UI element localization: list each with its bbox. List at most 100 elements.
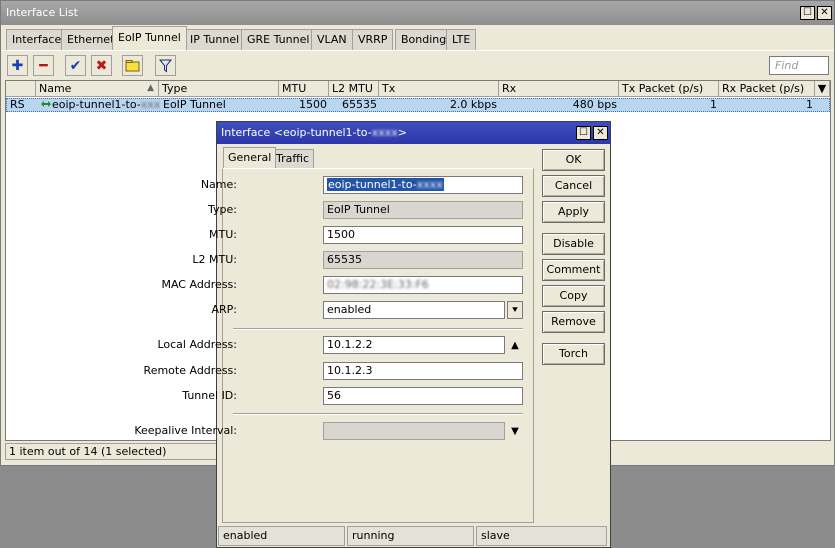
dropdown-icon: ⯆: [511, 304, 519, 316]
tunnel-icon: [41, 101, 51, 107]
tab-vrrp[interactable]: VRRP: [352, 29, 394, 50]
col-name[interactable]: Name ▲: [36, 81, 159, 97]
row-rx-packet: 1: [806, 99, 813, 111]
sort-icon: ▲: [147, 83, 154, 93]
separator: [233, 328, 523, 330]
tab-traffic[interactable]: Traffic: [271, 149, 315, 168]
column-menu-button[interactable]: ▼: [815, 81, 830, 97]
table-row[interactable]: RS eoip-tunnel1-to-xxxx EoIP Tunnel 1500…: [6, 98, 830, 112]
disable-button[interactable]: Disable: [542, 233, 605, 255]
col-rx-packet[interactable]: Rx Packet (p/s): [719, 81, 815, 97]
chevron-down-icon: ▼: [817, 82, 827, 95]
name-label: Name:: [200, 178, 237, 191]
status-enabled: enabled: [218, 526, 345, 546]
cancel-button[interactable]: Cancel: [542, 175, 605, 197]
dialog-title: Interface <eoip-tunnel1-to-xxxx>: [217, 122, 610, 144]
row-l2mtu: 65535: [342, 99, 377, 111]
remote-address-label: Remote Address:: [143, 364, 237, 377]
row-name-hidden: xxxx: [140, 99, 160, 111]
type-field: EoIP Tunnel: [323, 201, 523, 219]
row-flags: RS: [10, 99, 25, 111]
torch-button[interactable]: Torch: [542, 343, 605, 365]
dialog-title-suffix: >: [397, 126, 407, 139]
maximize-button[interactable]: ☐: [800, 6, 815, 20]
dialog-maximize-button[interactable]: ☐: [576, 126, 591, 140]
mtu-input[interactable]: 1500: [323, 226, 523, 244]
col-flags[interactable]: [6, 81, 36, 97]
tab-bonding[interactable]: Bonding: [395, 29, 453, 50]
interface-dialog: Interface <eoip-tunnel1-to-xxxx> ☐ ✕ Gen…: [134, 121, 611, 548]
dialog-close-button[interactable]: ✕: [593, 126, 608, 140]
enable-button[interactable]: ✔: [65, 55, 86, 76]
keepalive-label: Keepalive Interval:: [134, 424, 237, 437]
l2mtu-label: L2 MTU:: [192, 253, 237, 266]
local-address-input[interactable]: 10.1.2.2: [323, 336, 505, 354]
name-value-hidden: xxxx: [416, 178, 443, 191]
col-type[interactable]: Type: [159, 81, 279, 97]
expand-button[interactable]: ▼: [507, 422, 523, 440]
remove-button[interactable]: ━: [33, 55, 54, 76]
comment-button[interactable]: Comment: [542, 259, 605, 281]
window-title: Interface List: [1, 1, 834, 25]
name-value-text: eoip-tunnel1-to-: [328, 178, 417, 191]
dialog-title-hidden: xxxx: [371, 126, 398, 139]
tab-ip-tunnel[interactable]: IP Tunnel: [184, 29, 246, 50]
chevron-down-icon: ▼: [511, 425, 519, 437]
col-rx[interactable]: Rx: [499, 81, 619, 97]
plus-icon: ✚: [11, 57, 24, 74]
filter-icon: [159, 59, 172, 72]
row-tx-packet: 1: [710, 99, 717, 111]
mac-value: 02:98:22:3E:33:F6: [327, 278, 429, 291]
mac-input[interactable]: 02:98:22:3E:33:F6: [323, 276, 523, 294]
tunnel-id-input[interactable]: 56: [323, 387, 523, 405]
check-icon: ✔: [69, 57, 82, 74]
collapse-button[interactable]: ▲: [507, 336, 523, 354]
table-header: Name ▲ Type MTU L2 MTU Tx Rx Tx Packet (…: [6, 81, 830, 97]
name-input[interactable]: eoip-tunnel1-to-xxxx: [323, 176, 523, 194]
col-tx-packet[interactable]: Tx Packet (p/s): [619, 81, 719, 97]
apply-button[interactable]: Apply: [542, 201, 605, 223]
row-tx: 2.0 kbps: [449, 99, 497, 111]
row-name: eoip-tunnel1-to-xxxx: [37, 99, 160, 112]
arp-select[interactable]: enabled: [323, 301, 505, 319]
filter-button[interactable]: [155, 55, 176, 76]
tab-general[interactable]: General: [223, 147, 277, 168]
col-mtu[interactable]: MTU: [279, 81, 329, 97]
add-button[interactable]: ✚: [7, 55, 28, 76]
keepalive-input[interactable]: [323, 422, 505, 440]
tab-interface[interactable]: Interface: [6, 29, 68, 50]
arp-label: ARP:: [211, 303, 237, 316]
row-rx: 480 bps: [572, 99, 617, 111]
local-address-label: Local Address:: [157, 338, 237, 351]
name-value: eoip-tunnel1-to-xxxx: [327, 178, 444, 191]
close-button[interactable]: ✕: [817, 6, 832, 20]
comment-button[interactable]: [122, 55, 143, 76]
x-icon: ✖: [95, 57, 108, 74]
mac-label: MAC Address:: [161, 278, 237, 291]
tab-vlan[interactable]: VLAN: [311, 29, 353, 50]
status-running: running: [347, 526, 474, 546]
dialog-title-prefix: Interface <eoip-tunnel1-to-: [221, 126, 372, 139]
row-type: EoIP Tunnel: [163, 99, 226, 111]
col-l2mtu[interactable]: L2 MTU: [329, 81, 379, 97]
remove-button[interactable]: Remove: [542, 311, 605, 333]
tab-lte[interactable]: LTE: [446, 29, 477, 50]
general-panel: Name: eoip-tunnel1-to-xxxx Type: EoIP Tu…: [134, 168, 534, 523]
tab-eoip-tunnel[interactable]: EoIP Tunnel: [112, 26, 187, 50]
copy-button[interactable]: Copy: [542, 285, 605, 307]
type-label: Type:: [208, 203, 237, 216]
disable-button[interactable]: ✖: [91, 55, 112, 76]
arp-dropdown-button[interactable]: ⯆: [507, 301, 523, 319]
list-status: 1 item out of 14 (1 selected): [5, 443, 217, 460]
ok-button[interactable]: OK: [542, 149, 605, 171]
minus-icon: ━: [39, 57, 48, 74]
row-name-text: eoip-tunnel1-to-: [52, 99, 141, 111]
remote-address-input[interactable]: 10.1.2.3: [323, 362, 523, 380]
l2mtu-field: 65535: [323, 251, 523, 269]
col-tx[interactable]: Tx: [379, 81, 499, 97]
find-input[interactable]: Find: [769, 56, 829, 75]
tunnel-id-label: Tunnel ID:: [182, 389, 237, 402]
mtu-label: MTU:: [209, 228, 237, 241]
row-mtu: 1500: [299, 99, 327, 111]
tab-gre-tunnel[interactable]: GRE Tunnel: [241, 29, 316, 50]
